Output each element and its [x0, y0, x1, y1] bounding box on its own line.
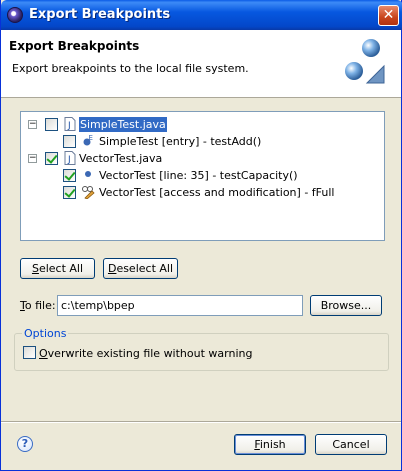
help-icon[interactable]: ?	[17, 436, 33, 452]
finish-label: inish	[259, 438, 286, 451]
deselect-all-label: eselect All	[116, 262, 174, 275]
collapse-toggle[interactable]: −	[28, 154, 37, 163]
overwrite-label[interactable]: Overwrite existing file without warning	[39, 347, 252, 360]
select-all-button[interactable]: Select All	[20, 258, 95, 279]
svg-text:E: E	[89, 134, 93, 142]
java-file-icon: J	[64, 117, 76, 131]
tree-item-label: SimpleTest.java	[79, 117, 167, 132]
cancel-button[interactable]: Cancel	[315, 434, 387, 455]
tree-checkbox[interactable]	[63, 135, 76, 148]
overwrite-mnemonic: O	[39, 347, 48, 360]
watchpoint-icon	[82, 186, 95, 199]
close-button[interactable]: ✕	[378, 5, 399, 26]
tree-item-label: VectorTest [line: 35] - testCapacity()	[99, 169, 298, 182]
tree-checkbox[interactable]	[45, 152, 58, 165]
breakpoint-tree[interactable]: − J SimpleTest.java E SimpleTest [entry]…	[20, 111, 385, 241]
options-legend: Options	[22, 327, 69, 340]
tree-row-simpletest-java[interactable]: − J SimpleTest.java	[21, 116, 384, 132]
svg-text:J: J	[67, 155, 71, 165]
title-bar: Export Breakpoints ✕	[1, 0, 402, 30]
to-file-label: To file:	[20, 299, 56, 312]
overwrite-label-text: verwrite existing file without warning	[47, 347, 253, 360]
browse-button[interactable]: Browse...	[310, 295, 382, 316]
finish-button[interactable]: Finish	[234, 434, 306, 455]
tree-item-label: VectorTest.java	[79, 152, 163, 165]
tree-checkbox[interactable]	[45, 118, 58, 131]
line-breakpoint-icon	[85, 171, 91, 177]
export-wizard-banner-icon	[345, 39, 385, 84]
to-file-input[interactable]: c:\temp\bpep	[57, 295, 303, 316]
banner-title: Export Breakpoints	[9, 39, 140, 53]
tree-row-vectortest-line[interactable]: VectorTest [line: 35] - testCapacity()	[21, 167, 384, 183]
tree-item-label: VectorTest [access and modification] - f…	[99, 186, 335, 199]
overwrite-checkbox[interactable]	[23, 346, 36, 359]
eclipse-icon	[7, 7, 23, 23]
to-file-label-text: o file:	[24, 299, 56, 312]
svg-text:J: J	[67, 121, 71, 131]
method-breakpoint-icon: E	[83, 134, 93, 146]
select-all-mnemonic: S	[31, 262, 39, 275]
export-breakpoints-dialog: Export Breakpoints ✕ Export Breakpoints …	[0, 0, 402, 471]
tree-row-vectortest-java[interactable]: − J VectorTest.java	[21, 150, 384, 166]
tree-item-label: SimpleTest [entry] - testAdd()	[99, 135, 262, 148]
banner-description: Export breakpoints to the local file sys…	[12, 62, 249, 75]
deselect-all-button[interactable]: Deselect All	[103, 258, 178, 279]
footer-separator	[1, 421, 401, 423]
collapse-toggle[interactable]: −	[28, 120, 37, 129]
tree-row-vectortest-watchpoint[interactable]: VectorTest [access and modification] - f…	[21, 184, 384, 200]
wizard-banner: Export Breakpoints Export breakpoints to…	[1, 30, 401, 98]
select-all-label: elect All	[38, 262, 84, 275]
tree-row-simpletest-entry[interactable]: E SimpleTest [entry] - testAdd()	[21, 133, 384, 149]
window-title: Export Breakpoints	[29, 7, 171, 22]
tree-checkbox[interactable]	[63, 169, 76, 182]
java-file-icon: J	[64, 151, 76, 165]
tree-checkbox[interactable]	[63, 186, 76, 199]
